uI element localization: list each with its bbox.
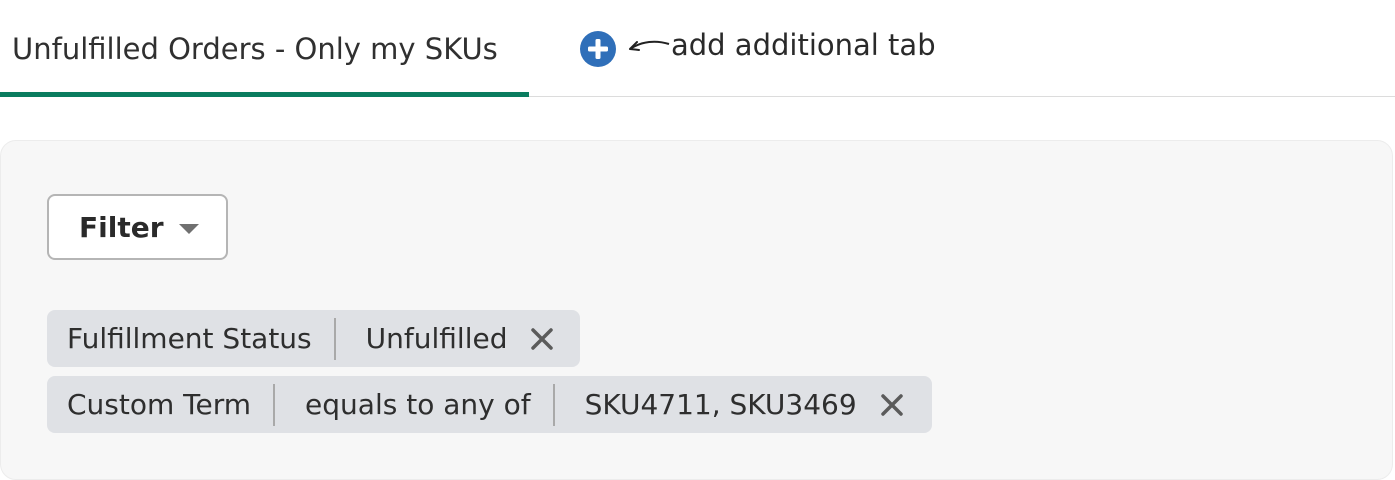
remove-filter-close-icon[interactable] bbox=[529, 326, 555, 352]
filter-chip-field: Fulfillment Status bbox=[67, 322, 312, 355]
filter-button-label: Filter bbox=[79, 211, 164, 244]
annotation-text: add additional tab bbox=[671, 28, 936, 62]
filter-button[interactable]: Filter bbox=[47, 194, 228, 260]
filter-chip-value: SKU4711, SKU3469 bbox=[584, 388, 857, 421]
tab-bar: Unfulfilled Orders - Only my SKUs add ad… bbox=[0, 0, 1395, 97]
chip-divider bbox=[552, 383, 555, 426]
filter-chip-field: Custom Term bbox=[67, 388, 252, 421]
filter-chip-value: Unfulfilled bbox=[365, 322, 508, 355]
filter-chip-operator: equals to any of bbox=[305, 388, 531, 421]
annotation-arrow-icon bbox=[629, 40, 670, 51]
plus-circle-icon bbox=[580, 31, 616, 67]
caret-down-icon bbox=[179, 224, 199, 234]
tab-unfulfilled-orders[interactable]: Unfulfilled Orders - Only my SKUs bbox=[0, 0, 529, 97]
chip-divider bbox=[273, 383, 276, 426]
filter-chip-custom-term: Custom Term equals to any of SKU4711, SK… bbox=[47, 376, 932, 433]
add-tab-button[interactable] bbox=[579, 30, 617, 68]
tab-label: Unfulfilled Orders - Only my SKUs bbox=[12, 32, 498, 66]
remove-filter-close-icon[interactable] bbox=[879, 392, 905, 418]
filter-chip-fulfillment-status: Fulfillment Status Unfulfilled bbox=[47, 310, 580, 367]
chip-divider bbox=[333, 317, 336, 360]
